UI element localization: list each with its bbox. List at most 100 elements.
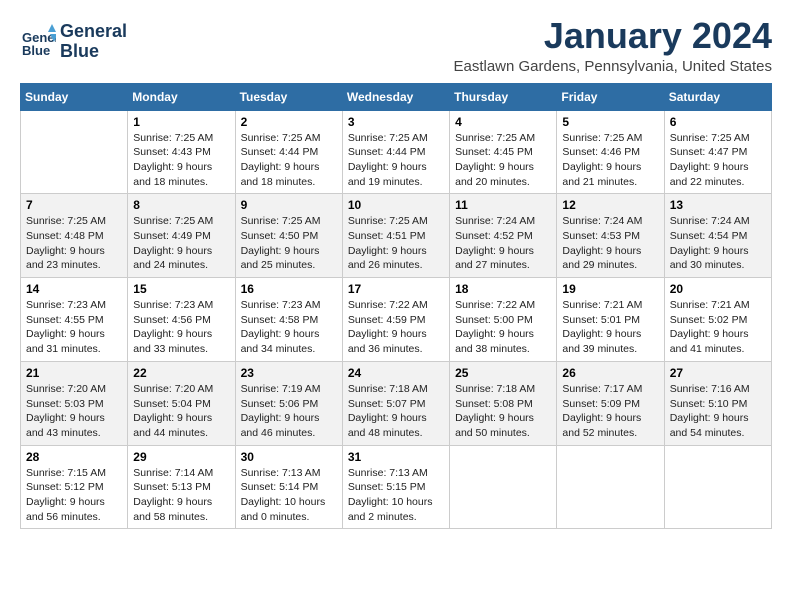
weekday-header-row: SundayMondayTuesdayWednesdayThursdayFrid…	[21, 83, 772, 110]
day-number: 28	[26, 450, 122, 464]
location-title: Eastlawn Gardens, Pennsylvania, United S…	[453, 58, 772, 75]
logo: General Blue General Blue	[20, 22, 127, 62]
calendar-cell: 31 Sunrise: 7:13 AM Sunset: 5:15 PM Dayli…	[342, 445, 449, 529]
calendar-cell: 12Sunrise: 7:24 AM Sunset: 4:53 PM Dayli…	[557, 194, 664, 278]
day-number: 15	[133, 282, 229, 296]
calendar-cell: 6 Sunrise: 7:25 AM Sunset: 4:47 PM Daylig…	[664, 110, 771, 194]
logo-icon: General Blue	[20, 24, 56, 60]
day-number: 9	[241, 198, 337, 212]
month-title: January 2024	[453, 16, 772, 56]
calendar-cell: 4Sunrise: 7:25 AM Sunset: 4:45 PM Daylig…	[450, 110, 557, 194]
calendar-cell: 1 Sunrise: 7:25 AM Sunset: 4:43 PM Daylig…	[128, 110, 235, 194]
calendar-cell: 25 Sunrise: 7:18 AM Sunset: 5:08 PM Dayli…	[450, 361, 557, 445]
day-number: 11	[455, 198, 551, 212]
calendar-cell: 27Sunrise: 7:16 AM Sunset: 5:10 PM Dayli…	[664, 361, 771, 445]
calendar-cell: 24 Sunrise: 7:18 AM Sunset: 5:07 PM Dayli…	[342, 361, 449, 445]
day-info: Sunrise: 7:25 AM Sunset: 4:51 PM Dayligh…	[348, 214, 444, 273]
day-number: 14	[26, 282, 122, 296]
day-info: Sunrise: 7:13 AM Sunset: 5:15 PM Dayligh…	[348, 466, 444, 525]
calendar-cell: 20 Sunrise: 7:21 AM Sunset: 5:02 PM Dayli…	[664, 278, 771, 362]
page-header: General Blue General Blue January 2024 E…	[20, 16, 772, 75]
calendar-cell: 15 Sunrise: 7:23 AM Sunset: 4:56 PM Dayli…	[128, 278, 235, 362]
calendar-cell: 21Sunrise: 7:20 AM Sunset: 5:03 PM Dayli…	[21, 361, 128, 445]
day-info: Sunrise: 7:20 AM Sunset: 5:03 PM Dayligh…	[26, 382, 122, 441]
day-number: 23	[241, 366, 337, 380]
calendar-week-row: 7 Sunrise: 7:25 AM Sunset: 4:48 PM Daylig…	[21, 194, 772, 278]
calendar-cell: 8 Sunrise: 7:25 AM Sunset: 4:49 PM Daylig…	[128, 194, 235, 278]
day-info: Sunrise: 7:15 AM Sunset: 5:12 PM Dayligh…	[26, 466, 122, 525]
day-number: 3	[348, 115, 444, 129]
calendar-cell	[21, 110, 128, 194]
calendar-cell: 13 Sunrise: 7:24 AM Sunset: 4:54 PM Dayli…	[664, 194, 771, 278]
day-info: Sunrise: 7:23 AM Sunset: 4:58 PM Dayligh…	[241, 298, 337, 357]
day-info: Sunrise: 7:25 AM Sunset: 4:44 PM Dayligh…	[241, 131, 337, 190]
day-number: 5	[562, 115, 658, 129]
calendar-cell: 28 Sunrise: 7:15 AM Sunset: 5:12 PM Dayli…	[21, 445, 128, 529]
day-number: 1	[133, 115, 229, 129]
day-number: 26	[562, 366, 658, 380]
weekday-header-sunday: Sunday	[21, 83, 128, 110]
day-number: 8	[133, 198, 229, 212]
calendar-cell: 14 Sunrise: 7:23 AM Sunset: 4:55 PM Dayli…	[21, 278, 128, 362]
day-info: Sunrise: 7:21 AM Sunset: 5:02 PM Dayligh…	[670, 298, 766, 357]
day-info: Sunrise: 7:25 AM Sunset: 4:43 PM Dayligh…	[133, 131, 229, 190]
calendar-cell: 16 Sunrise: 7:23 AM Sunset: 4:58 PM Dayli…	[235, 278, 342, 362]
calendar-cell: 26 Sunrise: 7:17 AM Sunset: 5:09 PM Dayli…	[557, 361, 664, 445]
weekday-header-thursday: Thursday	[450, 83, 557, 110]
calendar-cell: 3 Sunrise: 7:25 AM Sunset: 4:44 PM Daylig…	[342, 110, 449, 194]
calendar-cell: 17Sunrise: 7:22 AM Sunset: 4:59 PM Dayli…	[342, 278, 449, 362]
day-number: 19	[562, 282, 658, 296]
calendar-week-row: 1 Sunrise: 7:25 AM Sunset: 4:43 PM Daylig…	[21, 110, 772, 194]
calendar-cell	[450, 445, 557, 529]
calendar-week-row: 28 Sunrise: 7:15 AM Sunset: 5:12 PM Dayli…	[21, 445, 772, 529]
calendar-cell: 10 Sunrise: 7:25 AM Sunset: 4:51 PM Dayli…	[342, 194, 449, 278]
day-number: 25	[455, 366, 551, 380]
calendar-cell: 2Sunrise: 7:25 AM Sunset: 4:44 PM Daylig…	[235, 110, 342, 194]
day-number: 29	[133, 450, 229, 464]
calendar-week-row: 21Sunrise: 7:20 AM Sunset: 5:03 PM Dayli…	[21, 361, 772, 445]
day-number: 30	[241, 450, 337, 464]
day-number: 16	[241, 282, 337, 296]
calendar-cell: 11 Sunrise: 7:24 AM Sunset: 4:52 PM Dayli…	[450, 194, 557, 278]
day-number: 13	[670, 198, 766, 212]
day-info: Sunrise: 7:18 AM Sunset: 5:08 PM Dayligh…	[455, 382, 551, 441]
calendar-table: SundayMondayTuesdayWednesdayThursdayFrid…	[20, 83, 772, 530]
calendar-cell: 5Sunrise: 7:25 AM Sunset: 4:46 PM Daylig…	[557, 110, 664, 194]
day-info: Sunrise: 7:23 AM Sunset: 4:55 PM Dayligh…	[26, 298, 122, 357]
logo-text: General Blue	[60, 22, 127, 62]
day-info: Sunrise: 7:20 AM Sunset: 5:04 PM Dayligh…	[133, 382, 229, 441]
day-number: 31	[348, 450, 444, 464]
day-number: 10	[348, 198, 444, 212]
calendar-cell: 22 Sunrise: 7:20 AM Sunset: 5:04 PM Dayli…	[128, 361, 235, 445]
day-info: Sunrise: 7:24 AM Sunset: 4:52 PM Dayligh…	[455, 214, 551, 273]
day-info: Sunrise: 7:24 AM Sunset: 4:54 PM Dayligh…	[670, 214, 766, 273]
day-info: Sunrise: 7:18 AM Sunset: 5:07 PM Dayligh…	[348, 382, 444, 441]
day-info: Sunrise: 7:22 AM Sunset: 5:00 PM Dayligh…	[455, 298, 551, 357]
calendar-week-row: 14 Sunrise: 7:23 AM Sunset: 4:55 PM Dayli…	[21, 278, 772, 362]
day-number: 18	[455, 282, 551, 296]
day-info: Sunrise: 7:17 AM Sunset: 5:09 PM Dayligh…	[562, 382, 658, 441]
day-info: Sunrise: 7:23 AM Sunset: 4:56 PM Dayligh…	[133, 298, 229, 357]
weekday-header-saturday: Saturday	[664, 83, 771, 110]
day-number: 24	[348, 366, 444, 380]
calendar-cell: 18 Sunrise: 7:22 AM Sunset: 5:00 PM Dayli…	[450, 278, 557, 362]
day-number: 20	[670, 282, 766, 296]
day-info: Sunrise: 7:25 AM Sunset: 4:48 PM Dayligh…	[26, 214, 122, 273]
day-number: 27	[670, 366, 766, 380]
day-info: Sunrise: 7:21 AM Sunset: 5:01 PM Dayligh…	[562, 298, 658, 357]
day-number: 6	[670, 115, 766, 129]
calendar-cell: 29Sunrise: 7:14 AM Sunset: 5:13 PM Dayli…	[128, 445, 235, 529]
day-info: Sunrise: 7:22 AM Sunset: 4:59 PM Dayligh…	[348, 298, 444, 357]
day-number: 22	[133, 366, 229, 380]
day-info: Sunrise: 7:25 AM Sunset: 4:45 PM Dayligh…	[455, 131, 551, 190]
calendar-cell: 9Sunrise: 7:25 AM Sunset: 4:50 PM Daylig…	[235, 194, 342, 278]
day-number: 7	[26, 198, 122, 212]
day-info: Sunrise: 7:25 AM Sunset: 4:47 PM Dayligh…	[670, 131, 766, 190]
calendar-cell: 30Sunrise: 7:13 AM Sunset: 5:14 PM Dayli…	[235, 445, 342, 529]
weekday-header-friday: Friday	[557, 83, 664, 110]
svg-text:Blue: Blue	[22, 43, 50, 58]
weekday-header-wednesday: Wednesday	[342, 83, 449, 110]
title-area: January 2024 Eastlawn Gardens, Pennsylva…	[453, 16, 772, 75]
day-info: Sunrise: 7:25 AM Sunset: 4:49 PM Dayligh…	[133, 214, 229, 273]
day-info: Sunrise: 7:25 AM Sunset: 4:44 PM Dayligh…	[348, 131, 444, 190]
